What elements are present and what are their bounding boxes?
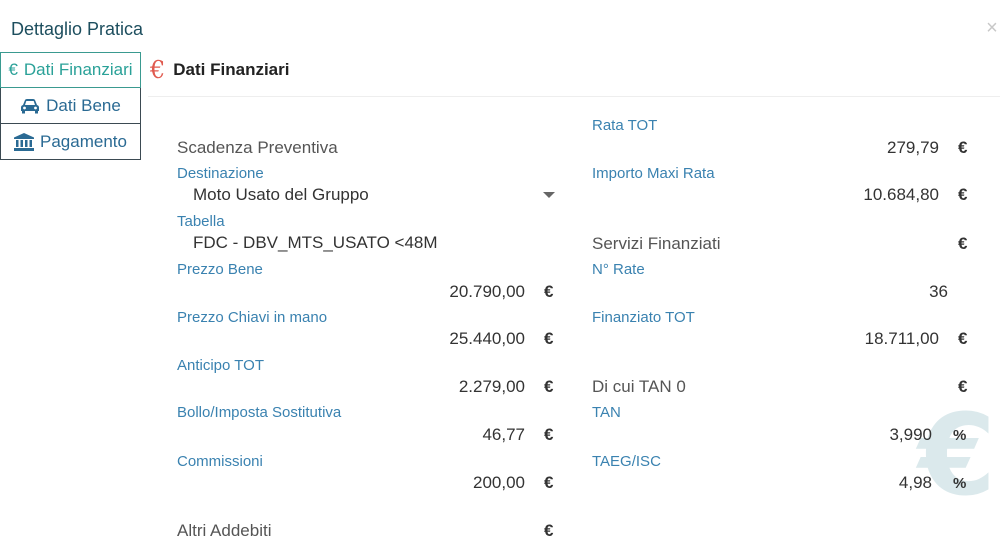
tabella-value: FDC - DBV_MTS_USATO <48M	[193, 233, 438, 252]
rata-tot-value: 279,79	[887, 138, 939, 157]
euro-symbol: €	[544, 282, 554, 301]
destinazione-label: Destinazione	[177, 165, 264, 182]
euro-symbol: €	[958, 234, 968, 253]
prezzo-chiavi-label: Prezzo Chiavi in mano	[177, 309, 328, 326]
tan-value: 3,990	[889, 425, 932, 444]
section-title: Dati Finanziari	[173, 60, 290, 79]
tab-dati-bene[interactable]: Dati Bene	[0, 88, 141, 124]
prezzo-chiavi-value: 25.440,00	[449, 329, 525, 348]
divider	[148, 96, 1000, 97]
rata-tot-label: Rata TOT	[592, 117, 658, 134]
tab-label: Pagamento	[40, 131, 127, 151]
car-icon	[20, 98, 40, 114]
tan0-label: Di cui TAN 0	[592, 377, 686, 396]
euro-symbol: €	[958, 185, 968, 204]
euro-symbol: €	[958, 138, 968, 157]
euro-icon: €	[150, 56, 166, 84]
n-rate-label: N° Rate	[592, 261, 645, 278]
commissioni-value: 200,00	[473, 473, 525, 492]
anticipo-label: Anticipo TOT	[177, 357, 264, 374]
close-icon[interactable]: ×	[984, 16, 1000, 40]
euro-symbol: €	[544, 329, 554, 348]
percent-symbol: %	[953, 475, 967, 492]
finanziato-tot-value: 18.711,00	[864, 329, 939, 348]
percent-symbol: %	[953, 427, 967, 444]
euro-symbol: €	[544, 425, 554, 444]
modal-title: Dettaglio Pratica	[11, 19, 144, 39]
tan-label: TAN	[592, 404, 621, 421]
bollo-label: Bollo/Imposta Sostitutiva	[177, 404, 342, 421]
taeg-label: TAEG/ISC	[592, 453, 661, 470]
euro-icon: €	[918, 391, 996, 521]
euro-symbol: €	[958, 329, 968, 348]
chevron-down-icon[interactable]	[543, 192, 555, 198]
maxi-rata-value: 10.684,80	[863, 185, 939, 204]
euro-symbol: €	[544, 521, 554, 540]
altri-addebiti-label: Altri Addebiti	[177, 521, 272, 540]
side-tabs: € Dati Finanziari Dati Bene Pagamento	[0, 52, 141, 160]
tabella-label: Tabella	[177, 213, 225, 230]
tab-label: Dati Bene	[46, 95, 121, 115]
scadenza-preventiva-label: Scadenza Preventiva	[177, 138, 338, 157]
prezzo-bene-value: 20.790,00	[449, 282, 525, 301]
prezzo-bene-label: Prezzo Bene	[177, 261, 263, 278]
tab-dati-finanziari[interactable]: € Dati Finanziari	[0, 52, 141, 88]
n-rate-value: 36	[929, 282, 948, 301]
bollo-value: 46,77	[482, 425, 525, 444]
commissioni-label: Commissioni	[177, 453, 263, 470]
taeg-value: 4,98	[898, 473, 932, 492]
euro-symbol: €	[544, 377, 554, 396]
euro-symbol: €	[544, 473, 554, 492]
maxi-rata-label: Importo Maxi Rata	[592, 165, 715, 182]
finanziato-tot-label: Finanziato TOT	[592, 309, 695, 326]
tab-pagamento[interactable]: Pagamento	[0, 124, 141, 160]
servizi-finanziati-label: Servizi Finanziati	[592, 234, 721, 253]
anticipo-value: 2.279,00	[458, 377, 525, 396]
destinazione-select[interactable]: Moto Usato del Gruppo	[193, 185, 369, 205]
bank-icon	[14, 132, 35, 151]
section-header: € Dati Finanziari	[150, 52, 289, 88]
euro-icon: €	[8, 60, 18, 79]
tab-label: Dati Finanziari	[23, 60, 133, 79]
